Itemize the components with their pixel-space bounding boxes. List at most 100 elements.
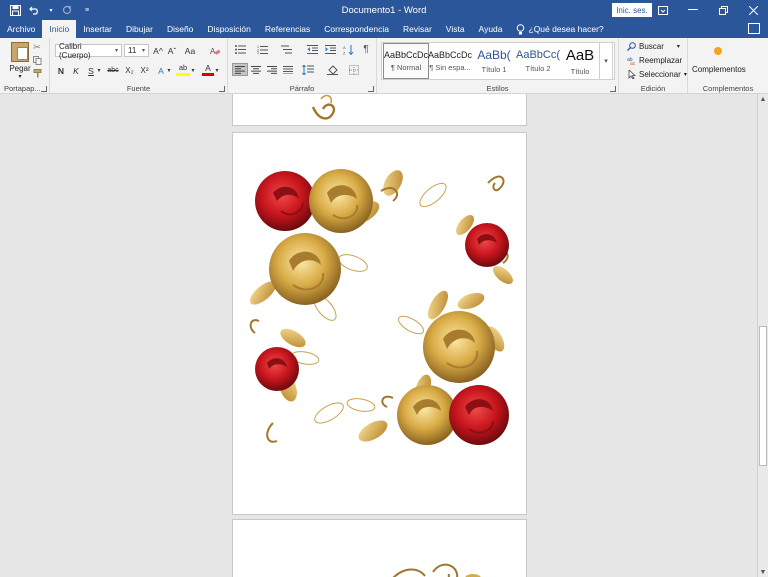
grow-font-button[interactable]: A^ (152, 44, 164, 57)
bullets-icon[interactable] (232, 43, 248, 56)
tab-inicio[interactable]: Inicio (42, 20, 77, 38)
align-left-button[interactable] (232, 63, 248, 76)
numbering-icon[interactable]: 123 (254, 43, 270, 56)
cut-icon[interactable]: ✂ (32, 42, 42, 52)
tab-vista[interactable]: Vista (439, 20, 472, 38)
tab-referencias[interactable]: Referencias (258, 20, 317, 38)
page-current[interactable] (232, 132, 527, 515)
shading-icon[interactable] (324, 63, 340, 76)
undo-icon[interactable] (28, 3, 42, 17)
font-name-combo[interactable]: Calibri (Cuerpo) ▾ (55, 42, 122, 60)
format-painter-icon[interactable] (32, 68, 42, 78)
replace-label: Reemplazar (639, 56, 683, 65)
rose-frame-picture[interactable] (233, 133, 528, 516)
subscript-button[interactable]: X₂ (123, 64, 136, 77)
restore-icon[interactable] (708, 0, 738, 20)
font-color-button[interactable]: A (202, 62, 214, 76)
clear-format-icon[interactable]: A (209, 44, 221, 57)
increase-indent-icon[interactable] (322, 43, 338, 56)
svg-text:Z: Z (343, 50, 346, 55)
select-button[interactable]: Seleccionar ▾ (627, 70, 687, 79)
page-previous[interactable] (232, 94, 527, 126)
style-title[interactable]: AaB Título (557, 43, 603, 79)
tab-diseno[interactable]: Diseño (160, 20, 200, 38)
style-heading-2[interactable]: AaBbCc( Título 2 (515, 43, 561, 79)
highlight-dropdown-icon[interactable]: ▾ (190, 64, 196, 77)
style-heading-1[interactable]: AaBb( Título 1 (471, 43, 517, 79)
chevron-down-icon: ▾ (141, 48, 145, 54)
change-case-button[interactable]: Aa (182, 44, 198, 57)
bold-button[interactable]: N (56, 64, 66, 77)
strikethrough-button[interactable]: abc (106, 64, 120, 77)
font-launcher-icon[interactable] (219, 86, 225, 92)
signin-button[interactable]: Inic. ses. (612, 3, 652, 17)
clipboard-launcher-icon[interactable] (41, 86, 47, 92)
document-canvas[interactable] (0, 94, 757, 577)
paste-button[interactable]: Pegar ▾ (6, 42, 34, 82)
decrease-indent-icon[interactable] (304, 43, 320, 56)
redo-icon[interactable] (60, 3, 74, 17)
styles-launcher-icon[interactable] (610, 86, 616, 92)
tab-disposicion[interactable]: Disposición (200, 20, 257, 38)
chevron-down-icon: ▾ (676, 44, 680, 50)
align-center-button[interactable] (248, 63, 264, 76)
sort-icon[interactable]: AZ (340, 43, 356, 56)
copy-icon[interactable] (32, 55, 42, 65)
borders-icon[interactable] (346, 63, 362, 76)
underline-dropdown-icon[interactable]: ▾ (96, 64, 102, 77)
ribbon-home: Pegar ▾ ✂ Portapap... Calibri (Cuerpo) ▾… (0, 38, 768, 94)
style-name: ¶ Sin espa... (429, 63, 471, 72)
tab-ayuda[interactable]: Ayuda (472, 20, 510, 38)
page-next[interactable] (232, 519, 527, 577)
replace-icon: ab ac (627, 56, 636, 65)
vertical-scrollbar[interactable]: ▲ ▼ (757, 94, 768, 577)
scroll-down-icon[interactable]: ▼ (758, 567, 768, 577)
paragraph-launcher-icon[interactable] (368, 86, 374, 92)
tab-correspondencia[interactable]: Correspondencia (317, 20, 396, 38)
justify-button[interactable] (280, 63, 296, 76)
addins-icon[interactable] (714, 47, 722, 55)
style-name: Título (570, 66, 590, 76)
flourish-ornament-icon (392, 563, 481, 577)
italic-button[interactable]: K (71, 64, 81, 77)
scroll-up-icon[interactable]: ▲ (758, 94, 768, 104)
highlight-button[interactable]: ab (176, 62, 190, 76)
undo-dropdown-icon[interactable]: ▾ (48, 3, 54, 17)
comments-icon[interactable] (748, 23, 760, 34)
superscript-button[interactable]: X² (138, 64, 151, 77)
tab-dibujar[interactable]: Dibujar (119, 20, 160, 38)
font-color-dropdown-icon[interactable]: ▾ (214, 64, 220, 77)
style-sample: AaBbCcDc (384, 50, 428, 60)
clipboard-group: Pegar ▾ ✂ Portapap... (0, 38, 50, 94)
svg-text:A: A (343, 45, 346, 50)
tab-revisar[interactable]: Revisar (396, 20, 439, 38)
text-effects-button[interactable]: A (156, 64, 166, 77)
style-no-spacing[interactable]: AaBbCcDc ¶ Sin espa... (427, 43, 473, 79)
tab-archivo[interactable]: Archivo (0, 20, 42, 38)
pilcrow-button[interactable]: ¶ (358, 43, 374, 56)
shrink-font-button[interactable]: Aˇ (166, 44, 178, 57)
scroll-thumb[interactable] (759, 326, 767, 466)
style-name: Título 2 (525, 64, 551, 73)
paste-dropdown-icon: ▾ (18, 74, 22, 80)
close-icon[interactable] (738, 0, 768, 20)
text-effects-dropdown-icon[interactable]: ▾ (166, 64, 172, 77)
minimize-icon[interactable] (678, 0, 708, 20)
replace-button[interactable]: ab ac Reemplazar (627, 56, 682, 65)
line-spacing-icon[interactable] (300, 63, 316, 76)
style-normal[interactable]: AaBbCcDc ¶ Normal (383, 43, 429, 79)
align-right-button[interactable] (264, 63, 280, 76)
styles-more-button[interactable]: ▾ (599, 42, 613, 80)
addins-button[interactable]: Complementos (692, 65, 746, 74)
font-size-combo[interactable]: 11 ▾ (124, 44, 149, 57)
underline-button[interactable]: S (86, 64, 96, 77)
style-sample: AaBbCcDc (428, 50, 472, 60)
ribbon-display-icon[interactable] (648, 0, 678, 20)
tell-me-search[interactable]: ¿Qué desea hacer? (516, 20, 604, 38)
flourish-ornament-icon (311, 94, 336, 120)
save-icon[interactable] (8, 3, 22, 17)
customize-icon[interactable]: ≡ (80, 3, 94, 17)
find-button[interactable]: Buscar ▾ (627, 42, 680, 51)
tab-insertar[interactable]: Insertar (76, 20, 119, 38)
multilevel-list-icon[interactable] (278, 43, 294, 56)
